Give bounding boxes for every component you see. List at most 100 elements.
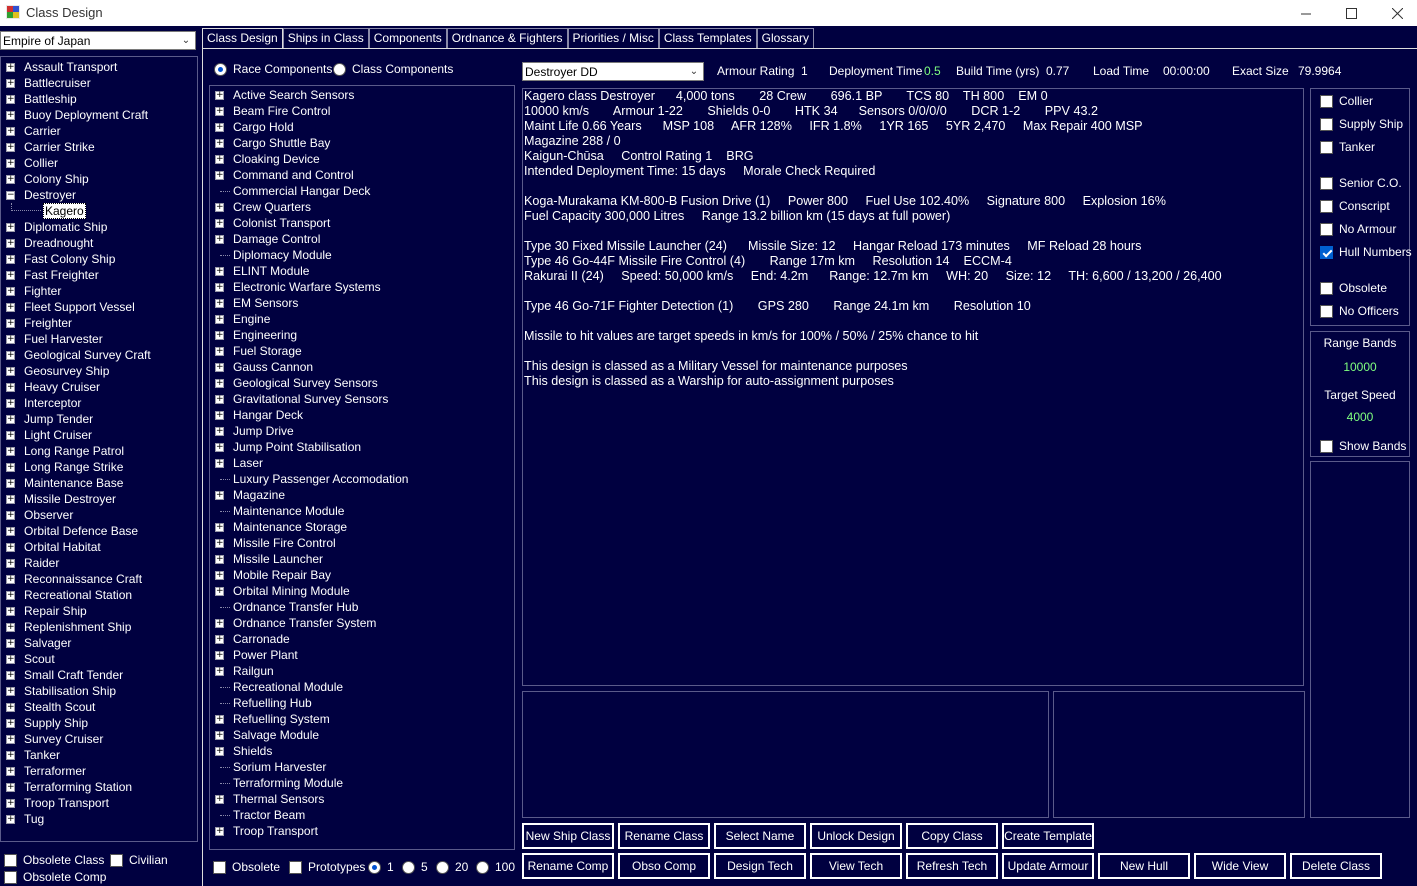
component-electronic-warfare-systems[interactable]: + Electronic Warfare Systems	[210, 279, 514, 295]
expand-icon[interactable]: +	[6, 735, 15, 744]
amount-option-100[interactable]: 100	[476, 860, 515, 874]
component-maintenance-storage[interactable]: + Maintenance Storage	[210, 519, 514, 535]
class-type-heavy-cruiser[interactable]: + Heavy Cruiser	[1, 379, 197, 395]
class-type-geosurvey-ship[interactable]: + Geosurvey Ship	[1, 363, 197, 379]
component-geological-survey-sensors[interactable]: + Geological Survey Sensors	[210, 375, 514, 391]
class-type-colony-ship[interactable]: + Colony Ship	[1, 171, 197, 187]
class-type-interceptor[interactable]: + Interceptor	[1, 395, 197, 411]
expand-icon[interactable]: +	[6, 383, 15, 392]
range-bands-value[interactable]: 10000	[1311, 360, 1409, 374]
expand-icon[interactable]: +	[6, 111, 15, 120]
expand-icon[interactable]: +	[6, 255, 15, 264]
obsolete-class-checkbox[interactable]	[4, 853, 17, 867]
component-shields[interactable]: + Shields	[210, 743, 514, 759]
class-type-tanker[interactable]: + Tanker	[1, 747, 197, 763]
flag-supply-ship-option[interactable]: Supply Ship	[1320, 117, 1403, 131]
amount-radio-1[interactable]	[368, 860, 381, 874]
expand-icon[interactable]: +	[215, 363, 224, 372]
expand-icon[interactable]: +	[215, 331, 224, 340]
class-type-tug[interactable]: + Tug	[1, 811, 197, 827]
component-colonist-transport[interactable]: + Colonist Transport	[210, 215, 514, 231]
expand-icon[interactable]: +	[6, 703, 15, 712]
class-type-troop-transport[interactable]: + Troop Transport	[1, 795, 197, 811]
expand-icon[interactable]: +	[215, 123, 224, 132]
class-type-assault-transport[interactable]: + Assault Transport	[1, 59, 197, 75]
expand-icon[interactable]: +	[215, 715, 224, 724]
component-mobile-repair-bay[interactable]: + Mobile Repair Bay	[210, 567, 514, 583]
new-ship-class-button[interactable]: New Ship Class	[522, 823, 614, 849]
copy-class-button[interactable]: Copy Class	[906, 823, 998, 849]
maximize-button[interactable]	[1328, 0, 1374, 26]
expand-icon[interactable]: +	[6, 687, 15, 696]
class-components-radio[interactable]	[333, 62, 346, 76]
component-laser[interactable]: + Laser	[210, 455, 514, 471]
expand-icon[interactable]: +	[6, 335, 15, 344]
expand-icon[interactable]: +	[6, 799, 15, 808]
expand-icon[interactable]: +	[215, 411, 224, 420]
expand-icon[interactable]: +	[215, 635, 224, 644]
flag-senior-c-o-checkbox[interactable]	[1320, 176, 1333, 190]
create-template-button[interactable]: Create Template	[1002, 823, 1094, 849]
class-type-dreadnought[interactable]: + Dreadnought	[1, 235, 197, 251]
class-type-carrier-strike[interactable]: + Carrier Strike	[1, 139, 197, 155]
component-ordnance-transfer-hub[interactable]: Ordnance Transfer Hub	[210, 599, 514, 615]
expand-icon[interactable]: +	[6, 143, 15, 152]
flag-tanker-option[interactable]: Tanker	[1320, 140, 1375, 154]
expand-icon[interactable]: +	[6, 287, 15, 296]
class-type-fast-freighter[interactable]: + Fast Freighter	[1, 267, 197, 283]
tab-ships-in-class[interactable]: Ships in Class	[282, 28, 369, 48]
close-button[interactable]	[1374, 0, 1417, 26]
unlock-design-button[interactable]: Unlock Design	[810, 823, 902, 849]
expand-icon[interactable]: +	[215, 667, 224, 676]
class-type-repair-ship[interactable]: + Repair Ship	[1, 603, 197, 619]
expand-icon[interactable]: +	[6, 671, 15, 680]
class-type-terraformer[interactable]: + Terraformer	[1, 763, 197, 779]
select-name-button[interactable]: Select Name	[714, 823, 806, 849]
obsolete-comp-option[interactable]: Obsolete Comp	[4, 870, 106, 884]
component-hangar-deck[interactable]: + Hangar Deck	[210, 407, 514, 423]
class-type-raider[interactable]: + Raider	[1, 555, 197, 571]
class-type-maintenance-base[interactable]: + Maintenance Base	[1, 475, 197, 491]
tab-glossary[interactable]: Glossary	[756, 28, 815, 48]
class-type-light-cruiser[interactable]: + Light Cruiser	[1, 427, 197, 443]
expand-icon[interactable]: +	[215, 379, 224, 388]
component-em-sensors[interactable]: + EM Sensors	[210, 295, 514, 311]
component-orbital-mining-module[interactable]: + Orbital Mining Module	[210, 583, 514, 599]
component-terraforming-module[interactable]: Terraforming Module	[210, 775, 514, 791]
flag-obsolete-checkbox[interactable]	[1320, 281, 1333, 295]
component-missile-fire-control[interactable]: + Missile Fire Control	[210, 535, 514, 551]
flag-supply-ship-checkbox[interactable]	[1320, 117, 1333, 131]
flag-no-officers-checkbox[interactable]	[1320, 304, 1333, 318]
class-type-collier[interactable]: + Collier	[1, 155, 197, 171]
prototypes-filter-option[interactable]: Prototypes	[289, 860, 365, 874]
class-type-observer[interactable]: + Observer	[1, 507, 197, 523]
view-tech-button[interactable]: View Tech	[810, 853, 902, 879]
flag-no-armour-option[interactable]: No Armour	[1320, 222, 1396, 236]
obso-comp-button[interactable]: Obso Comp	[618, 853, 710, 879]
expand-icon[interactable]: +	[6, 815, 15, 824]
tab-class-design[interactable]: Class Design	[202, 28, 283, 49]
class-type-fleet-support-vessel[interactable]: + Fleet Support Vessel	[1, 299, 197, 315]
show-bands-checkbox[interactable]	[1320, 439, 1333, 453]
component-commercial-hangar-deck[interactable]: Commercial Hangar Deck	[210, 183, 514, 199]
expand-icon[interactable]: +	[6, 127, 15, 136]
target-speed-value[interactable]: 4000	[1311, 410, 1409, 424]
tab-ordnance-fighters[interactable]: Ordnance & Fighters	[446, 28, 568, 48]
expand-icon[interactable]: +	[6, 559, 15, 568]
expand-icon[interactable]: +	[215, 171, 224, 180]
component-refuelling-system[interactable]: + Refuelling System	[210, 711, 514, 727]
expand-icon[interactable]: +	[6, 783, 15, 792]
expand-icon[interactable]: +	[6, 575, 15, 584]
expand-icon[interactable]: +	[215, 459, 224, 468]
class-type-fighter[interactable]: + Fighter	[1, 283, 197, 299]
expand-icon[interactable]: +	[6, 303, 15, 312]
flag-hull-numbers-option[interactable]: Hull Numbers	[1320, 245, 1412, 259]
collapse-icon[interactable]: −	[6, 191, 15, 200]
expand-icon[interactable]: +	[215, 427, 224, 436]
expand-icon[interactable]: +	[6, 767, 15, 776]
flag-no-officers-option[interactable]: No Officers	[1320, 304, 1399, 318]
class-type-reconnaissance-craft[interactable]: + Reconnaissance Craft	[1, 571, 197, 587]
class-type-recreational-station[interactable]: + Recreational Station	[1, 587, 197, 603]
expand-icon[interactable]: +	[6, 527, 15, 536]
obsolete-filter-option[interactable]: Obsolete	[213, 860, 280, 874]
